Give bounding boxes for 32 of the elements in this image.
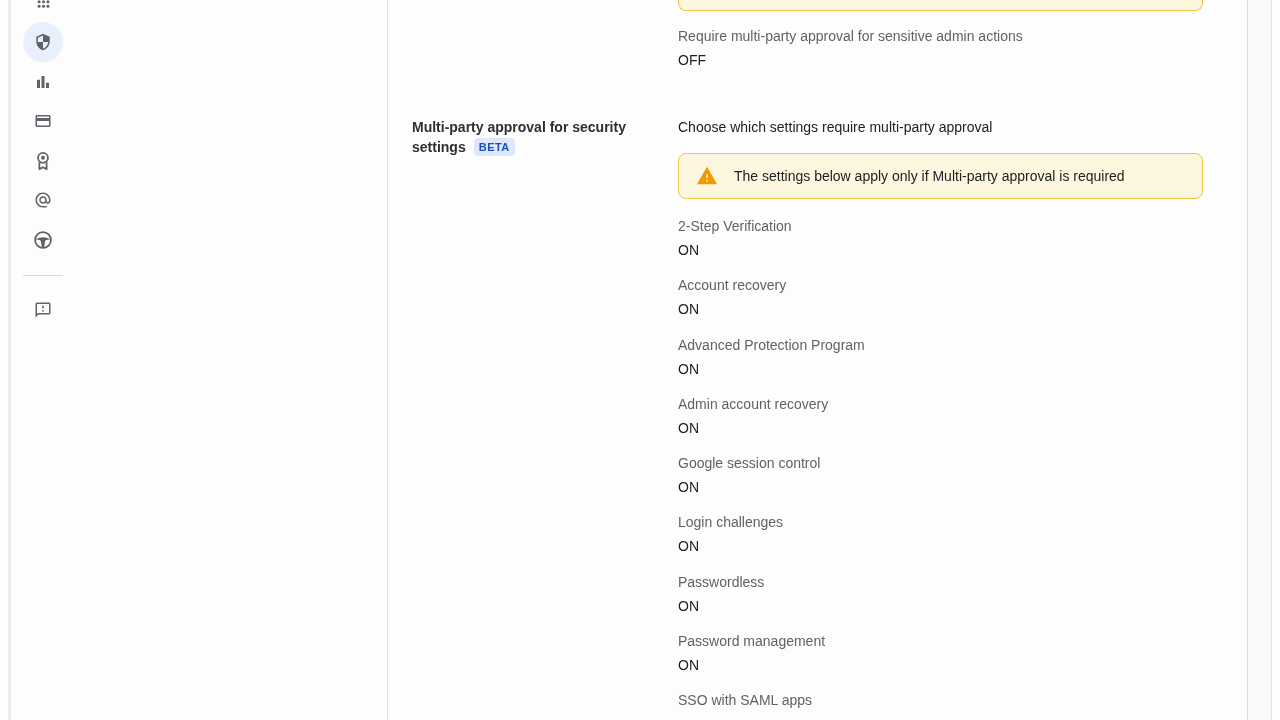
setting-label: Passwordless bbox=[678, 572, 766, 592]
credit-card-icon bbox=[34, 112, 52, 130]
setting-value: ON bbox=[678, 537, 700, 557]
setting-value: OFF bbox=[678, 51, 707, 70]
at-sign-icon bbox=[34, 191, 52, 209]
setting-value: ON bbox=[678, 656, 700, 676]
setting-label: 2-Step Verification bbox=[678, 217, 793, 236]
shield-icon bbox=[34, 33, 52, 51]
setting-value: ON bbox=[678, 418, 700, 438]
setting-label: Require multi-party approval for sensitive admin actions bbox=[678, 27, 1024, 46]
apps-grid-icon bbox=[36, 0, 50, 8]
beta-badge: BETA bbox=[473, 138, 515, 156]
setting-value: ON bbox=[678, 478, 700, 498]
setting-value: ON bbox=[678, 359, 700, 379]
setting-label: Login challenges bbox=[678, 513, 785, 533]
setting-label: Google session control bbox=[678, 454, 822, 474]
warning-text: The settings below apply only if Multi-party approval is required bbox=[734, 167, 1125, 186]
setting-label: Advanced Protection Program bbox=[678, 335, 866, 355]
steering-wheel-icon bbox=[34, 230, 52, 249]
setting-value: ON bbox=[678, 241, 700, 260]
setting-value: ON bbox=[678, 596, 700, 616]
nav-rail-item[interactable] bbox=[23, 22, 63, 62]
feedback-icon bbox=[34, 301, 52, 319]
setting-label: Password management bbox=[678, 632, 827, 652]
section-description: Choose which settings require multi-party approval bbox=[678, 118, 994, 137]
award-ribbon-icon bbox=[34, 151, 52, 170]
section-title: Multi-party approval for security settings BETA bbox=[412, 118, 627, 157]
setting-label: Admin account recovery bbox=[678, 394, 830, 414]
setting-label: SSO with SAML apps bbox=[678, 691, 814, 711]
setting-value: ON bbox=[678, 300, 700, 320]
warning-icon bbox=[696, 165, 718, 187]
setting-label: Account recovery bbox=[678, 276, 788, 296]
